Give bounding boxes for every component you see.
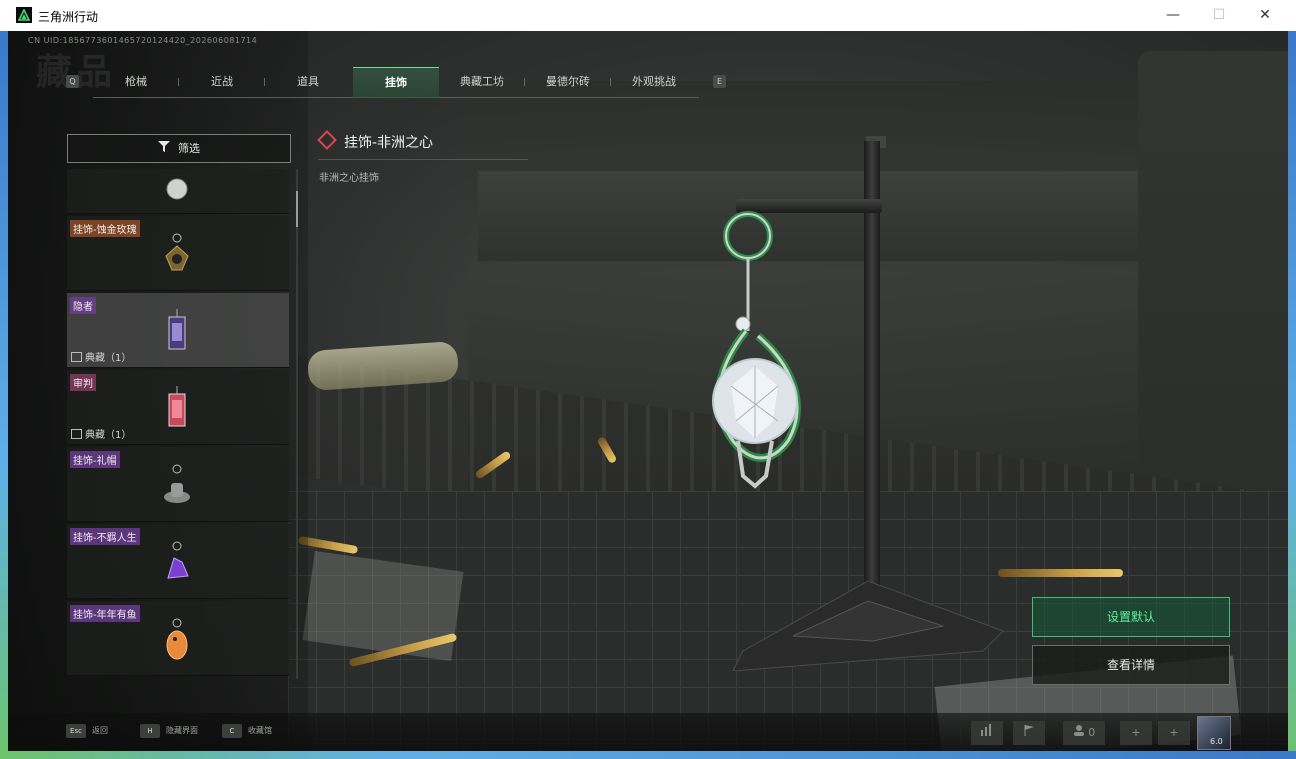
- app-window: 三角洲行动 — ☐ ✕ 藏品 CN UID:185677360146572012…: [0, 0, 1296, 759]
- tab-firearms[interactable]: 枪械: [93, 67, 179, 97]
- friends-icon: [1073, 725, 1084, 736]
- stats-icon[interactable]: [971, 721, 1003, 745]
- category-tabs: 枪械 近战 道具 挂饰 典藏工坊 曼德尔砖 外观挑战: [93, 67, 699, 98]
- filter-icon: [158, 135, 170, 162]
- desktop-edge-bottom: [0, 751, 1296, 759]
- detail-divider: [318, 159, 528, 160]
- desktop-edge-right: [1288, 31, 1296, 759]
- list-item[interactable]: 挂饰-礼帽: [67, 447, 289, 522]
- tab-props[interactable]: 道具: [265, 67, 351, 97]
- friends-button[interactable]: 0: [1063, 721, 1105, 745]
- list-scroll-thumb[interactable]: [296, 191, 298, 227]
- collection-icon: [71, 352, 82, 362]
- hint-museum[interactable]: C 收藏馆: [222, 724, 272, 738]
- window-title: 三角洲行动: [38, 10, 99, 24]
- item-thumbnail: [168, 386, 186, 427]
- tab-next-key[interactable]: E: [713, 75, 726, 88]
- item-thumbnail: [164, 464, 190, 503]
- item-thumbnail: [166, 178, 188, 200]
- stand-base: [732, 581, 1004, 671]
- item-detail-title: 挂饰-非洲之心: [317, 130, 433, 152]
- list-item[interactable]: 挂饰-年年有鱼: [67, 601, 289, 676]
- close-button[interactable]: ✕: [1242, 0, 1288, 31]
- game-viewport: 藏品 CN UID:1856773601465720124420_2026060…: [8, 31, 1288, 751]
- list-item[interactable]: 隐者 典藏（1）: [67, 293, 289, 368]
- tab-prev-key[interactable]: Q: [66, 75, 79, 88]
- collection-icon: [71, 429, 82, 439]
- hint-hide-ui[interactable]: H 隐藏界面: [140, 724, 198, 738]
- list-item[interactable]: 挂饰-蚀金玫瑰: [67, 216, 289, 291]
- title-bar: 三角洲行动 — ☐ ✕: [0, 0, 1296, 32]
- item-collection-badge: 典藏（1）: [71, 349, 131, 364]
- item-thumbnail: [165, 233, 189, 271]
- item-thumbnail: [166, 618, 188, 660]
- tab-workshop[interactable]: 典藏工坊: [439, 67, 525, 97]
- tab-charms[interactable]: 挂饰: [353, 67, 439, 98]
- item-name: 挂饰-年年有鱼: [70, 605, 140, 622]
- set-default-button[interactable]: 设置默认: [1032, 597, 1230, 637]
- item-name: 挂饰-礼帽: [70, 451, 120, 468]
- add-slot-button[interactable]: +: [1158, 721, 1190, 745]
- tab-melee[interactable]: 近战: [179, 67, 265, 97]
- item-collection-badge: 典藏（1）: [71, 426, 131, 441]
- list-scrollbar[interactable]: [296, 169, 298, 679]
- item-thumbnail: [167, 541, 189, 579]
- avatar-level: 6.0: [1210, 737, 1223, 746]
- rarity-diamond-icon: [317, 130, 337, 150]
- add-slot-button[interactable]: +: [1120, 721, 1152, 745]
- item-name: 挂饰-蚀金玫瑰: [70, 220, 140, 237]
- view-details-button[interactable]: 查看详情: [1032, 645, 1230, 685]
- filter-label: 筛选: [178, 142, 200, 155]
- app-logo-icon: [16, 7, 32, 23]
- list-item[interactable]: [67, 169, 289, 214]
- maximize-button[interactable]: ☐: [1196, 0, 1242, 31]
- list-item[interactable]: 挂饰-不羁人生: [67, 524, 289, 599]
- list-item[interactable]: 审判 典藏（1）: [67, 370, 289, 445]
- bullet: [998, 569, 1123, 577]
- item-name: 审判: [70, 374, 96, 391]
- tab-mandel-brick[interactable]: 曼德尔砖: [525, 67, 611, 97]
- item-name: 挂饰-不羁人生: [70, 528, 140, 545]
- hint-back[interactable]: Esc 返回: [66, 724, 108, 738]
- item-detail-subtitle: 非洲之心挂饰: [319, 173, 379, 184]
- uid-text: CN UID:1856773601465720124420_2026060817…: [28, 36, 258, 45]
- item-thumbnail: [168, 309, 186, 350]
- minimize-button[interactable]: —: [1150, 0, 1196, 31]
- desktop-edge-left: [0, 31, 8, 759]
- filter-button[interactable]: 筛选: [67, 134, 291, 163]
- item-name: 隐者: [70, 297, 96, 314]
- charm-list: 挂饰-蚀金玫瑰 隐者 典藏（1） 审判 典藏（1） 挂饰-礼帽 挂饰-不羁人生: [67, 169, 289, 679]
- flag-icon[interactable]: [1013, 721, 1045, 745]
- tab-appearance-challenge[interactable]: 外观挑战: [611, 67, 697, 97]
- pendant-3d-model: [712, 211, 801, 489]
